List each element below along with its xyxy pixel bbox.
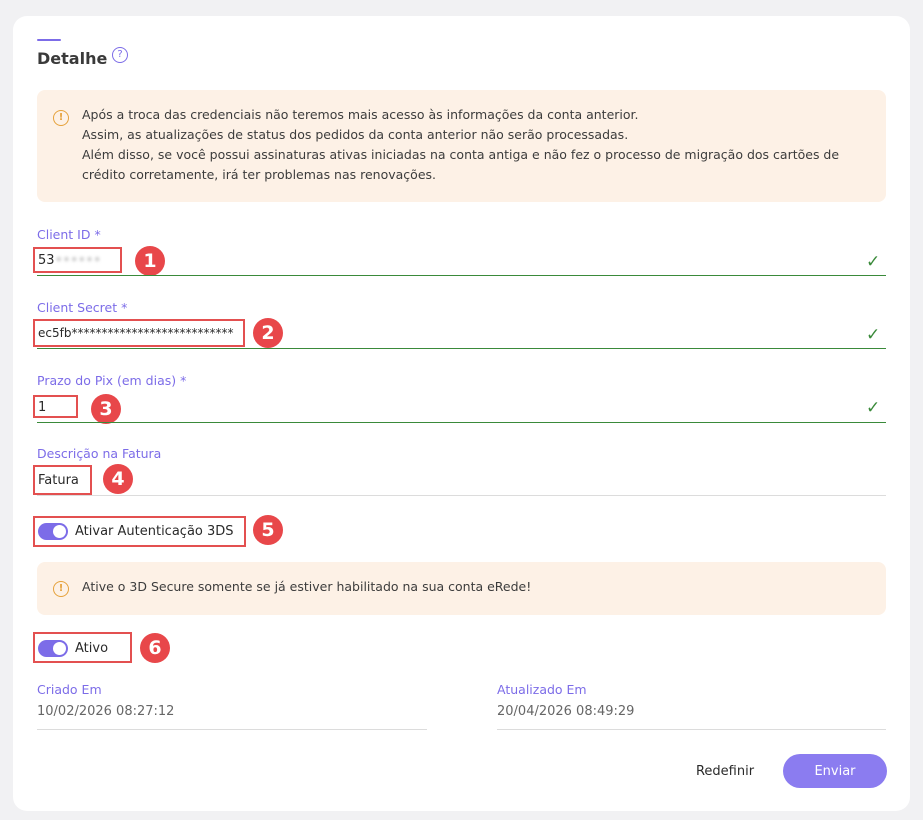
updated-underline <box>497 729 886 730</box>
client-id-masked: •••••• <box>55 253 102 268</box>
client-id-label: Client ID * <box>37 227 101 242</box>
pix-term-field[interactable]: 1 <box>33 395 78 418</box>
pix-term-underline <box>37 422 886 423</box>
client-secret-label: Client Secret * <box>37 300 128 315</box>
toggle-active-row[interactable]: Ativo <box>33 632 132 663</box>
annotation-badge-6: 6 <box>140 633 170 663</box>
pix-term-value: 1 <box>38 400 47 415</box>
alert-line: crédito corretamente, irá ter problemas … <box>82 167 437 182</box>
created-value: 10/02/2026 08:27:12 <box>37 704 175 719</box>
updated-value: 20/04/2026 08:49:29 <box>497 704 635 719</box>
reset-button[interactable]: Redefinir <box>682 754 768 788</box>
valid-check-icon: ✓ <box>866 398 881 418</box>
warning-circle-icon: ! <box>53 581 69 597</box>
credentials-warning-alert: ! Após a troca das credenciais não terem… <box>37 90 886 202</box>
annotation-badge-3: 3 <box>91 394 121 424</box>
toggle-3ds-switch[interactable] <box>38 523 68 540</box>
toggle-3ds-row[interactable]: Ativar Autenticação 3DS <box>33 516 246 547</box>
toggle-active-label: Ativo <box>75 641 109 656</box>
updated-label: Atualizado Em <box>497 682 587 697</box>
annotation-badge-4: 4 <box>103 464 133 494</box>
created-label: Criado Em <box>37 682 102 697</box>
invoice-description-field[interactable]: Fatura <box>33 465 92 495</box>
detail-card: Detalhe ? ! Após a troca das credenciais… <box>13 16 910 811</box>
client-id-value: 53 <box>38 253 55 268</box>
toggle-3ds-label: Ativar Autenticação 3DS <box>75 524 234 539</box>
valid-check-icon: ✓ <box>866 252 881 272</box>
pix-term-label: Prazo do Pix (em dias) * <box>37 373 187 388</box>
secure-warning-text: Ative o 3D Secure somente se já estiver … <box>82 579 532 594</box>
client-id-field[interactable]: 53 •••••• <box>33 247 122 273</box>
submit-button[interactable]: Enviar <box>783 754 887 788</box>
valid-check-icon: ✓ <box>866 325 881 345</box>
alert-line: Após a troca das credenciais não teremos… <box>82 107 639 122</box>
invoice-description-underline <box>37 495 886 496</box>
toggle-active-switch[interactable] <box>38 640 68 657</box>
created-underline <box>37 729 427 730</box>
warning-circle-icon: ! <box>53 110 69 126</box>
secure-warning-alert: ! Ative o 3D Secure somente se já estive… <box>37 562 886 615</box>
client-secret-field[interactable]: ec5fb*************************** <box>33 319 245 347</box>
title-accent-line <box>37 39 61 41</box>
client-secret-value: ec5fb*************************** <box>38 326 234 340</box>
toggle-knob <box>53 525 66 538</box>
client-secret-underline <box>37 348 886 349</box>
annotation-badge-5: 5 <box>253 515 283 545</box>
annotation-badge-1: 1 <box>135 246 165 276</box>
alert-line: Além disso, se você possui assinaturas a… <box>82 147 840 162</box>
invoice-description-value: Fatura <box>38 473 79 488</box>
client-id-underline <box>37 275 886 276</box>
invoice-description-label: Descrição na Fatura <box>37 446 162 461</box>
question-circle-icon[interactable]: ? <box>112 47 128 63</box>
alert-line: Assim, as atualizações de status dos ped… <box>82 127 629 142</box>
toggle-knob <box>53 642 66 655</box>
annotation-badge-2: 2 <box>253 318 283 348</box>
page-title: Detalhe <box>37 49 108 68</box>
